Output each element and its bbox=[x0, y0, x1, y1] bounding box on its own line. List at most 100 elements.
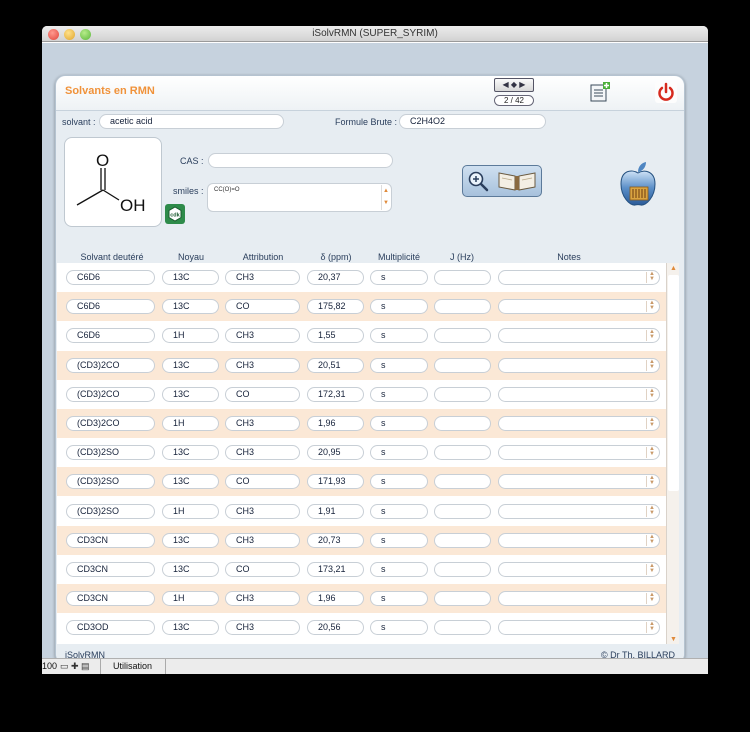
notes-cell[interactable]: ▲ ▼ bbox=[498, 591, 660, 607]
nucleus-cell[interactable]: 13C bbox=[162, 357, 219, 373]
multiplicity-cell[interactable]: s bbox=[370, 532, 428, 548]
notes-spinner-icon[interactable]: ▲ ▼ bbox=[646, 388, 657, 400]
j-cell[interactable] bbox=[434, 386, 491, 402]
solvent-cell[interactable]: (CD3)2CO bbox=[66, 416, 155, 431]
power-quit-icon[interactable] bbox=[655, 81, 677, 103]
attribution-cell[interactable]: CH3 bbox=[225, 416, 300, 431]
open-book-icon[interactable] bbox=[497, 170, 537, 192]
notes-cell[interactable]: ▲ ▼ bbox=[498, 445, 660, 461]
scroll-up-arrow-icon[interactable]: ▲ bbox=[668, 263, 679, 274]
nucleus-cell[interactable]: 13C bbox=[162, 270, 219, 285]
notes-spinner-icon[interactable]: ▲ ▼ bbox=[646, 505, 657, 517]
delta-cell[interactable]: 20,51 bbox=[307, 357, 364, 373]
multiplicity-cell[interactable]: s bbox=[370, 270, 428, 285]
attribution-cell[interactable]: CH3 bbox=[225, 591, 300, 607]
notes-spinner-icon[interactable]: ▲ ▼ bbox=[646, 446, 657, 459]
multiplicity-cell[interactable]: s bbox=[370, 591, 428, 607]
j-cell[interactable] bbox=[434, 270, 491, 285]
nucleus-cell[interactable]: 13C bbox=[162, 445, 219, 461]
notes-cell[interactable]: ▲ ▼ bbox=[498, 386, 660, 402]
attribution-cell[interactable]: CH3 bbox=[225, 328, 300, 344]
multiplicity-cell[interactable]: s bbox=[370, 416, 428, 431]
solvent-cell[interactable]: (CD3)2SO bbox=[66, 474, 155, 490]
nucleus-cell[interactable]: 1H bbox=[162, 328, 219, 344]
scrollbar-thumb[interactable] bbox=[668, 275, 679, 491]
delta-cell[interactable]: 20,37 bbox=[307, 270, 364, 285]
nucleus-cell[interactable]: 13C bbox=[162, 386, 219, 402]
solvent-cell[interactable]: (CD3)2CO bbox=[66, 386, 155, 402]
attribution-cell[interactable]: CH3 bbox=[225, 357, 300, 373]
delta-cell[interactable]: 1,96 bbox=[307, 591, 364, 607]
notes-cell[interactable]: ▲ ▼ bbox=[498, 532, 660, 548]
j-cell[interactable] bbox=[434, 474, 491, 490]
solvent-cell[interactable]: C6D6 bbox=[66, 328, 155, 344]
notes-spinner-icon[interactable]: ▲ ▼ bbox=[646, 534, 657, 546]
multiplicity-cell[interactable]: s bbox=[370, 562, 428, 577]
j-cell[interactable] bbox=[434, 357, 491, 373]
multiplicity-cell[interactable]: s bbox=[370, 620, 428, 636]
table-scrollbar[interactable]: ▲ ▼ bbox=[666, 263, 679, 645]
notes-spinner-icon[interactable]: ▲ ▼ bbox=[646, 271, 657, 283]
j-cell[interactable] bbox=[434, 591, 491, 607]
notes-spinner-icon[interactable]: ▲ ▼ bbox=[646, 417, 657, 429]
record-nav-arrows-button[interactable]: ◀ ◆ ▶ bbox=[494, 78, 534, 92]
attribution-cell[interactable]: CH3 bbox=[225, 503, 300, 519]
delta-cell[interactable]: 1,55 bbox=[307, 328, 364, 344]
solvent-cell[interactable]: (CD3)2SO bbox=[66, 445, 155, 461]
delta-cell[interactable]: 173,21 bbox=[307, 562, 364, 577]
j-cell[interactable] bbox=[434, 503, 491, 519]
solvent-cell[interactable]: (CD3)2CO bbox=[66, 357, 155, 373]
notes-cell[interactable]: ▲ ▼ bbox=[498, 620, 660, 636]
zoom-controls-icon[interactable]: ▭ ✚ ▤ bbox=[60, 661, 90, 672]
delta-cell[interactable]: 172,31 bbox=[307, 386, 364, 402]
notes-spinner-icon[interactable]: ▲ ▼ bbox=[646, 329, 657, 342]
delta-cell[interactable]: 20,56 bbox=[307, 620, 364, 636]
solvent-cell[interactable]: C6D6 bbox=[66, 299, 155, 315]
j-cell[interactable] bbox=[434, 299, 491, 315]
j-cell[interactable] bbox=[434, 445, 491, 461]
zoom-level[interactable]: 100 bbox=[42, 661, 57, 671]
attribution-cell[interactable]: CH3 bbox=[225, 532, 300, 548]
notes-spinner-icon[interactable]: ▲ ▼ bbox=[646, 592, 657, 605]
solvent-cell[interactable]: CD3CN bbox=[66, 562, 155, 577]
solvent-cell[interactable]: (CD3)2SO bbox=[66, 503, 155, 519]
nucleus-cell[interactable]: 13C bbox=[162, 620, 219, 636]
delta-cell[interactable]: 20,73 bbox=[307, 532, 364, 548]
attribution-cell[interactable]: CO bbox=[225, 299, 300, 315]
attribution-cell[interactable]: CH3 bbox=[225, 445, 300, 461]
formula-field[interactable]: C2H4O2 bbox=[399, 114, 546, 129]
delta-cell[interactable]: 1,91 bbox=[307, 503, 364, 519]
attribution-cell[interactable]: CO bbox=[225, 474, 300, 490]
smiles-field[interactable]: CC(O)=O ▲ ▼ bbox=[207, 183, 392, 212]
notes-spinner-icon[interactable]: ▲ ▼ bbox=[646, 475, 657, 488]
delta-cell[interactable]: 1,96 bbox=[307, 416, 364, 431]
multiplicity-cell[interactable]: s bbox=[370, 503, 428, 519]
new-record-icon[interactable] bbox=[589, 82, 611, 102]
mode-label[interactable]: Utilisation bbox=[100, 659, 166, 674]
multiplicity-cell[interactable]: s bbox=[370, 445, 428, 461]
solvent-field[interactable]: acetic acid bbox=[99, 114, 284, 129]
nucleus-cell[interactable]: 13C bbox=[162, 299, 219, 315]
notes-cell[interactable]: ▲ ▼ bbox=[498, 562, 660, 577]
solvent-cell[interactable]: CD3CN bbox=[66, 532, 155, 548]
nucleus-cell[interactable]: 1H bbox=[162, 503, 219, 519]
nucleus-cell[interactable]: 13C bbox=[162, 532, 219, 548]
notes-spinner-icon[interactable]: ▲ ▼ bbox=[646, 359, 657, 371]
attribution-cell[interactable]: CO bbox=[225, 386, 300, 402]
notes-cell[interactable]: ▲ ▼ bbox=[498, 416, 660, 431]
notes-cell[interactable]: ▲ ▼ bbox=[498, 270, 660, 285]
multiplicity-cell[interactable]: s bbox=[370, 386, 428, 402]
j-cell[interactable] bbox=[434, 328, 491, 344]
cas-field[interactable] bbox=[208, 153, 393, 168]
attribution-cell[interactable]: CH3 bbox=[225, 620, 300, 636]
smiles-scroll-arrows[interactable]: ▲ ▼ bbox=[381, 185, 390, 210]
zoom-in-icon[interactable] bbox=[467, 170, 489, 192]
notes-cell[interactable]: ▲ ▼ bbox=[498, 357, 660, 373]
cdk-structure-icon[interactable]: cdk bbox=[165, 204, 185, 224]
attribution-cell[interactable]: CO bbox=[225, 562, 300, 577]
multiplicity-cell[interactable]: s bbox=[370, 357, 428, 373]
attribution-cell[interactable]: CH3 bbox=[225, 270, 300, 285]
multiplicity-cell[interactable]: s bbox=[370, 328, 428, 344]
solvent-cell[interactable]: CD3CN bbox=[66, 591, 155, 607]
multiplicity-cell[interactable]: s bbox=[370, 299, 428, 315]
